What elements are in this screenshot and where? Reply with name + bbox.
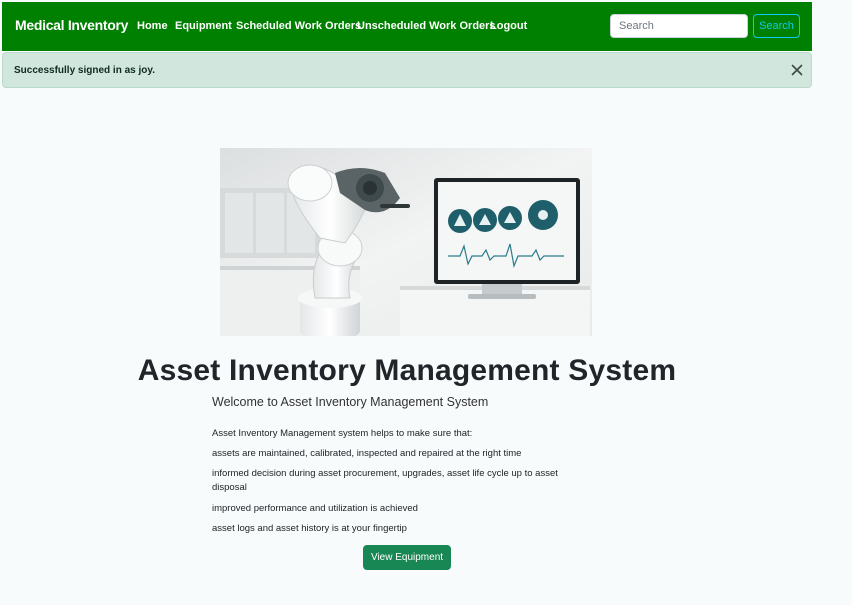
nav-link-unscheduled-work-orders[interactable]: Unscheduled Work Orders — [357, 20, 496, 32]
close-icon[interactable] — [789, 62, 805, 78]
search-button[interactable]: Search — [753, 14, 800, 38]
nav-link-equipment[interactable]: Equipment — [175, 20, 232, 32]
brand-logo[interactable]: Medical Inventory — [15, 17, 128, 33]
alert-message: Successfully signed in as joy. — [14, 65, 155, 76]
search-input[interactable] — [610, 14, 748, 38]
benefit-line: informed decision during asset procureme… — [212, 468, 558, 493]
view-equipment-button[interactable]: View Equipment — [363, 545, 451, 570]
intro-line: Asset Inventory Management system helps … — [212, 428, 473, 439]
nav-link-home[interactable]: Home — [137, 20, 168, 32]
success-alert: Successfully signed in as joy. — [2, 52, 812, 88]
robot-arm-monitor-image — [220, 148, 592, 336]
page-subtitle: Welcome to Asset Inventory Management Sy… — [212, 395, 489, 409]
nav-link-scheduled-work-orders[interactable]: Scheduled Work Orders — [236, 20, 361, 32]
navbar: Medical Inventory Home Equipment Schedul… — [2, 2, 812, 51]
benefit-line: asset logs and asset history is at your … — [212, 523, 407, 534]
page-title: Asset Inventory Management System — [137, 354, 677, 387]
benefit-line: improved performance and utilization is … — [212, 503, 418, 514]
benefit-line: assets are maintained, calibrated, inspe… — [212, 448, 522, 459]
nav-link-logout[interactable]: Logout — [490, 20, 527, 32]
hero-image — [220, 148, 592, 336]
